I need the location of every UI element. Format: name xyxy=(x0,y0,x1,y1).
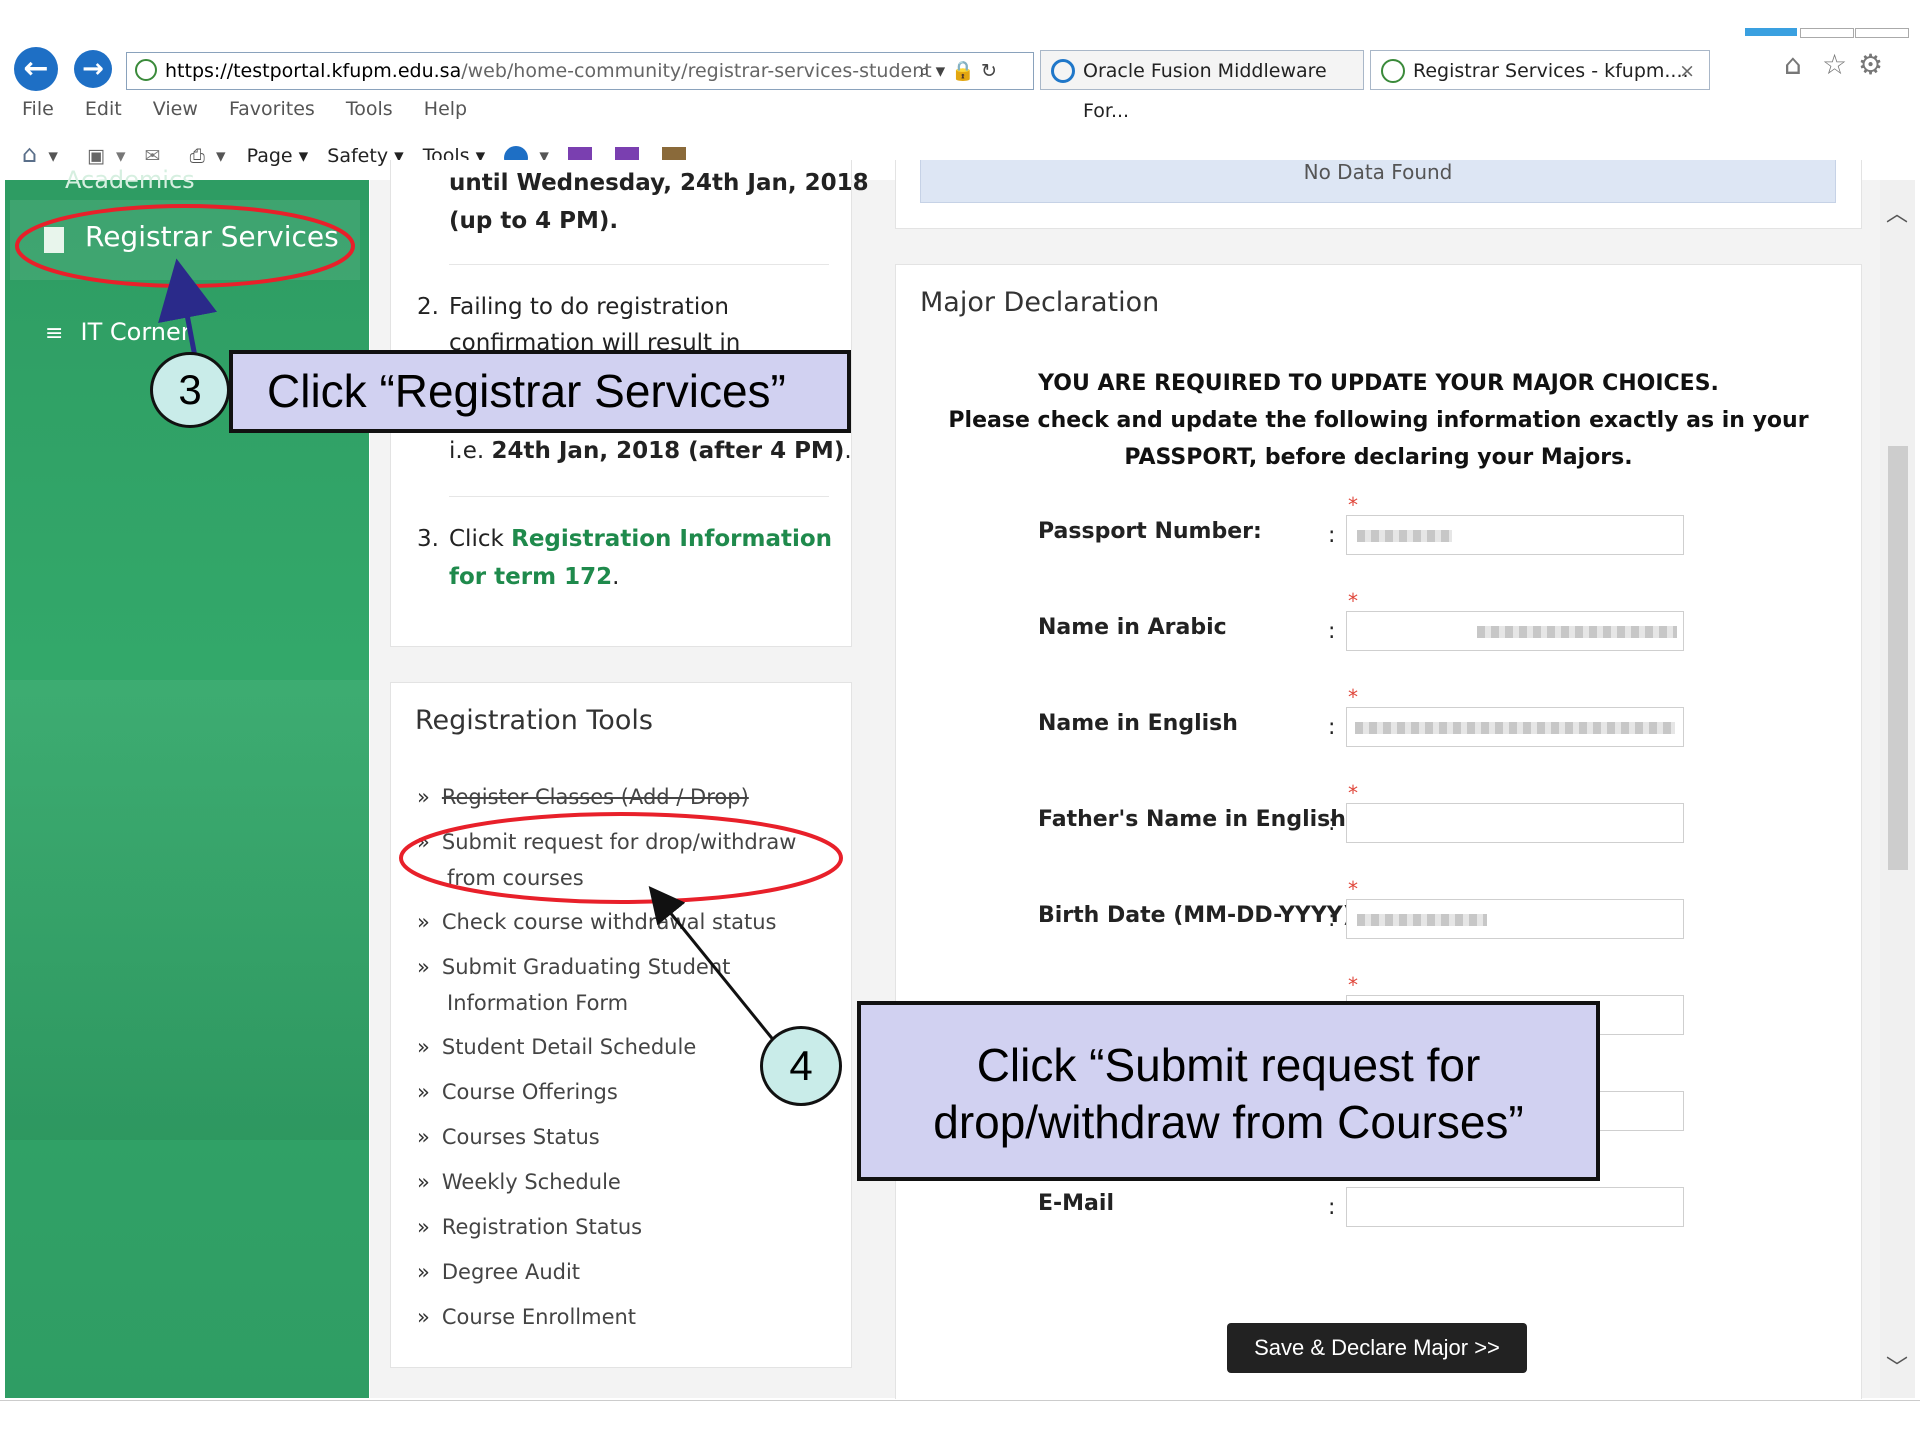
step-3-circle: 3 xyxy=(150,352,230,428)
arrow-line xyxy=(648,886,777,1043)
step-4-circle: 4 xyxy=(760,1026,842,1106)
arrow-line xyxy=(158,258,218,363)
callout-line: Click “Submit request for xyxy=(976,1039,1481,1091)
callout-line: drop/withdraw from Courses” xyxy=(933,1096,1524,1148)
annotation-overlay xyxy=(15,204,843,1043)
step-4-callout: Click “Submit request for drop/withdraw … xyxy=(857,1001,1600,1181)
step-3-callout: Click “Registrar Services” xyxy=(229,350,851,433)
highlight-ellipse xyxy=(399,812,843,904)
highlight-ellipse xyxy=(15,204,355,288)
